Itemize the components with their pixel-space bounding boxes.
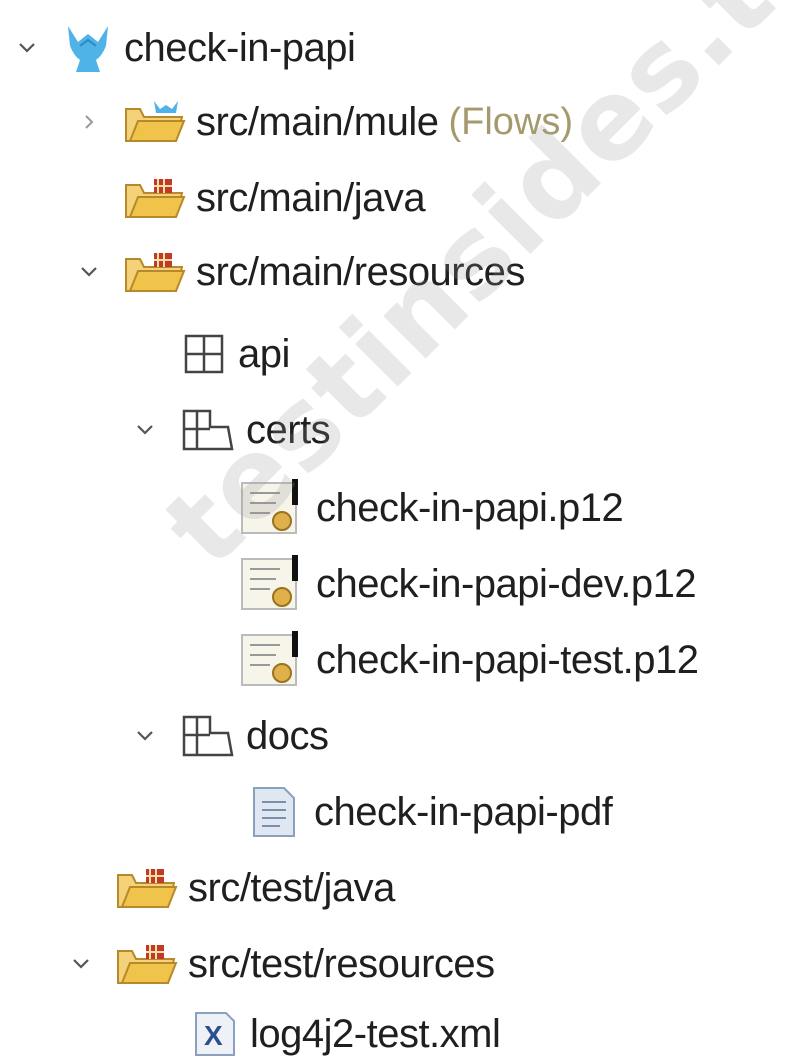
- tree-item-cert-file[interactable]: check-in-papi-test.p12: [236, 630, 699, 690]
- tree-item-src-main-resources[interactable]: src/main/resources: [76, 242, 525, 302]
- chevron-down-icon[interactable]: [68, 951, 94, 977]
- source-folder-icon: [116, 941, 178, 987]
- project-label: check-in-papi: [124, 25, 356, 70]
- tree-item-src-main-mule[interactable]: src/main/mule (Flows): [76, 92, 573, 152]
- folder-label: src/test/resources: [188, 941, 495, 986]
- svg-text:X: X: [204, 1020, 223, 1051]
- certificate-file-icon: [236, 553, 306, 615]
- file-label: check-in-papi-test.p12: [316, 637, 699, 682]
- chevron-down-icon[interactable]: [14, 35, 40, 61]
- tree-item-src-test-java[interactable]: src/test/java: [116, 858, 395, 918]
- package-icon: [180, 407, 236, 453]
- source-folder-icon: [124, 175, 186, 221]
- tree-item-docs[interactable]: docs: [132, 706, 329, 766]
- package-label: docs: [246, 713, 329, 758]
- source-folder-icon: [124, 249, 186, 295]
- flows-decoration: (Flows): [448, 100, 573, 143]
- package-icon: [180, 332, 228, 376]
- folder-label: src/main/mule: [196, 99, 439, 144]
- chevron-down-icon[interactable]: [76, 259, 102, 285]
- folder-label: src/test/java: [188, 865, 395, 910]
- folder-label: src/main/resources: [196, 249, 525, 294]
- folder-label: src/main/java: [196, 175, 426, 220]
- certificate-file-icon: [236, 477, 306, 539]
- chevron-right-icon[interactable]: [76, 109, 102, 135]
- tree-item-certs[interactable]: certs: [132, 400, 331, 460]
- chevron-down-icon[interactable]: [132, 723, 158, 749]
- tree-item-api[interactable]: api: [180, 324, 290, 384]
- mule-folder-icon: [124, 99, 186, 145]
- xml-file-icon: X: [190, 1009, 240, 1059]
- package-label: api: [238, 331, 290, 376]
- file-label: check-in-papi.p12: [316, 485, 624, 530]
- mule-project-icon: [62, 22, 114, 74]
- tree-item-cert-file[interactable]: check-in-papi-dev.p12: [236, 553, 697, 615]
- package-label: certs: [246, 407, 331, 452]
- chevron-down-icon[interactable]: [132, 417, 158, 443]
- file-label: check-in-papi-dev.p12: [316, 561, 697, 606]
- certificate-file-icon: [236, 629, 306, 691]
- tree-item-doc-file[interactable]: check-in-papi-pdf: [244, 782, 613, 842]
- file-label: log4j2-test.xml: [250, 1011, 501, 1056]
- file-label: check-in-papi-pdf: [314, 789, 613, 834]
- project-explorer-tree: check-in-papi src/main/mule (Flows) src/: [0, 0, 785, 1064]
- text-file-icon: [244, 784, 304, 840]
- source-folder-icon: [116, 865, 178, 911]
- tree-item-cert-file[interactable]: check-in-papi.p12: [236, 477, 624, 539]
- tree-item-src-main-java[interactable]: src/main/java: [124, 168, 426, 228]
- package-icon: [180, 713, 236, 759]
- tree-item-xml-file[interactable]: X log4j2-test.xml: [190, 1004, 501, 1064]
- tree-item-project[interactable]: check-in-papi: [14, 18, 356, 78]
- tree-item-src-test-resources[interactable]: src/test/resources: [68, 934, 495, 994]
